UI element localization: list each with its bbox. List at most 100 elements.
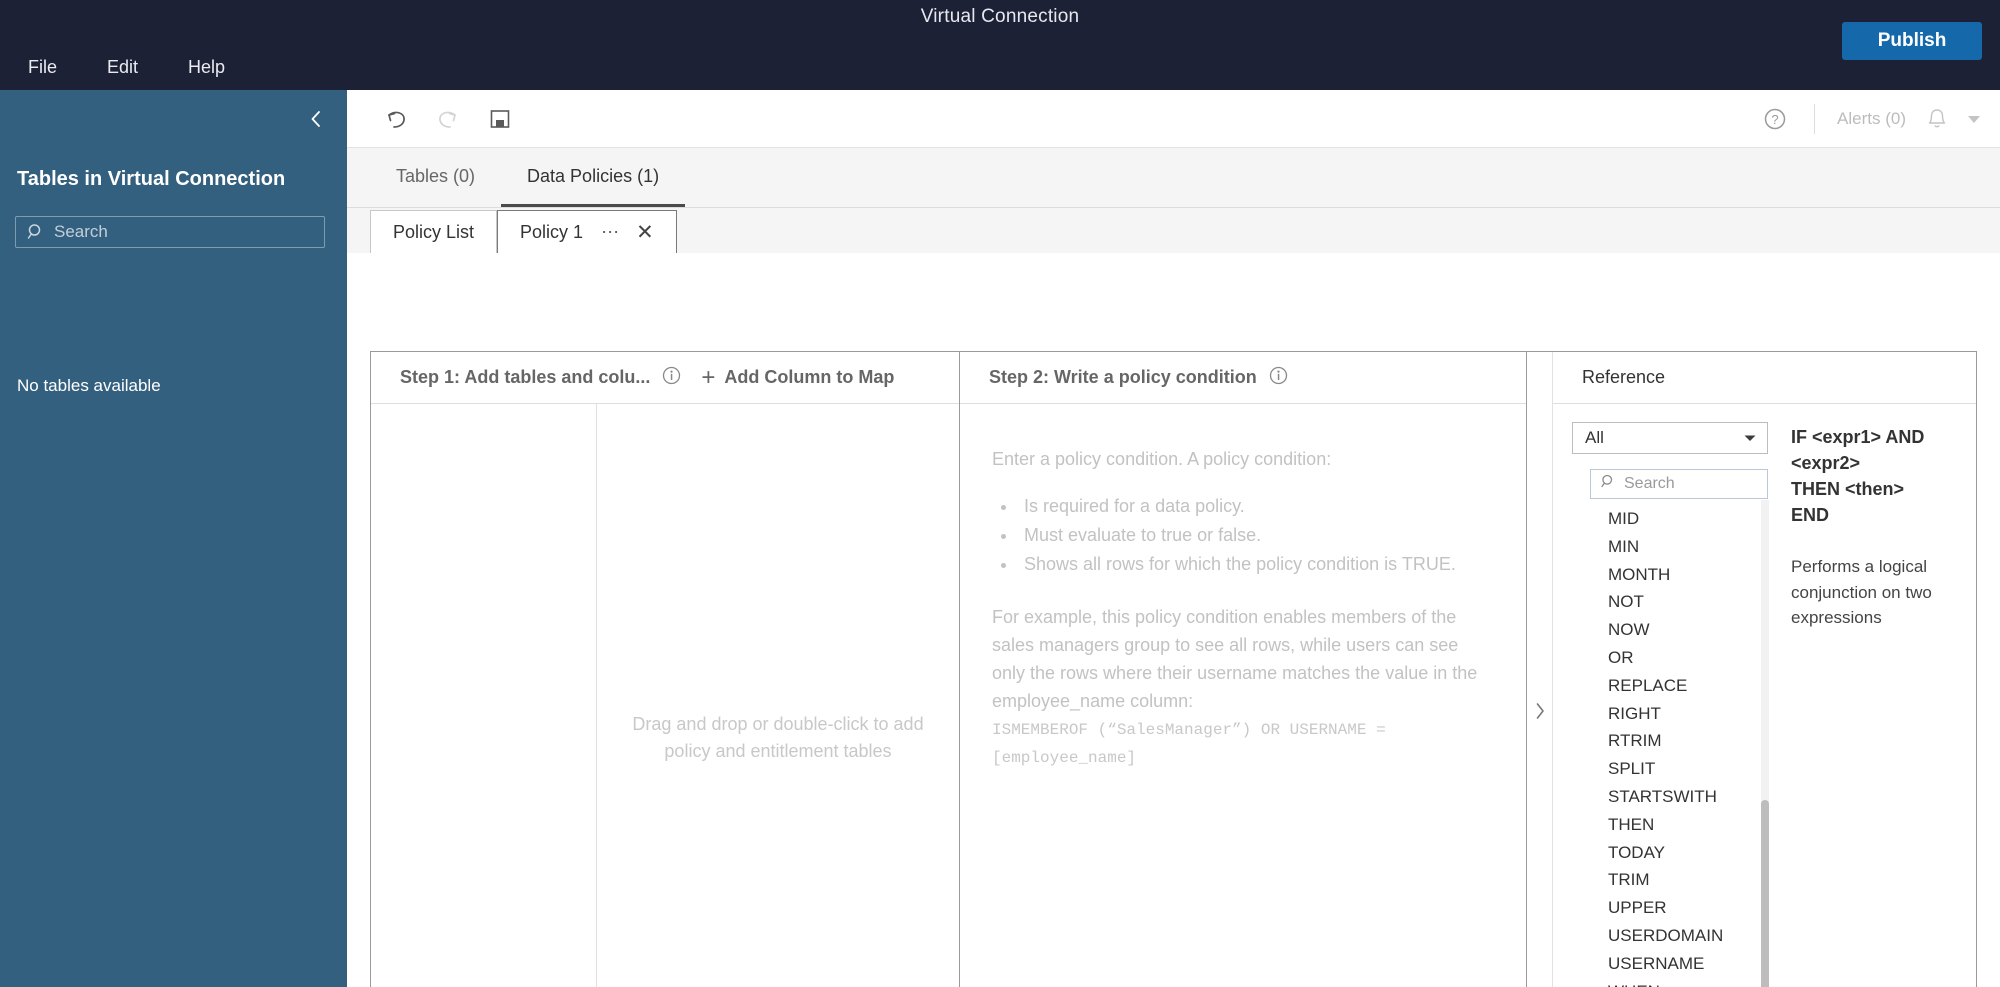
tab-policy-1-label: Policy 1 xyxy=(520,221,584,242)
redo-icon xyxy=(439,111,456,128)
reference-pane: Reference All Search MID MIN MONTH NOT N… xyxy=(1553,352,1976,987)
save-button[interactable] xyxy=(483,102,517,136)
add-column-to-map-button[interactable]: + Add Column to Map xyxy=(701,364,894,392)
tab-policy-1[interactable]: Policy 1 ⋯ ✕ xyxy=(497,210,677,253)
redo-button[interactable] xyxy=(431,102,465,136)
bullet-0: Is required for a data policy. xyxy=(1018,492,1494,521)
policy-tab-close-icon[interactable]: ✕ xyxy=(636,222,654,243)
reference-function-browser: All Search MID MIN MONTH NOT NOW OR REPL… xyxy=(1553,422,1777,987)
reference-description: Performs a logical conjunction on two ex… xyxy=(1791,557,1932,628)
sidebar-header xyxy=(0,90,347,148)
reference-function-item[interactable]: WHEN xyxy=(1608,978,1780,987)
menu-item-edit[interactable]: Edit xyxy=(101,55,144,80)
toolbar-divider xyxy=(1814,104,1816,134)
undo-button[interactable] xyxy=(379,102,413,136)
menu-item-help[interactable]: Help xyxy=(182,55,231,80)
policy-condition-code-line-2: [employee_name] xyxy=(992,748,1137,767)
sidebar-search-input[interactable]: Search xyxy=(15,216,325,248)
reference-function-item[interactable]: MONTH xyxy=(1608,561,1780,589)
menu-bar: File Edit Help xyxy=(22,47,231,87)
policy-tabs: Policy List Policy 1 ⋯ ✕ xyxy=(347,208,2000,253)
policy-condition-editor[interactable]: Enter a policy condition. A policy condi… xyxy=(960,404,1526,771)
reference-function-item[interactable]: MIN xyxy=(1608,533,1780,561)
publish-button[interactable]: Publish xyxy=(1842,22,1982,60)
reference-title: Reference xyxy=(1582,367,1666,387)
reference-function-item[interactable]: UPPER xyxy=(1608,894,1780,922)
select-chevron-down-icon xyxy=(1743,428,1757,448)
tab-data-policies[interactable]: Data Policies (1) xyxy=(501,149,686,207)
help-button[interactable]: ? xyxy=(1758,102,1792,136)
reference-signature-line-2: THEN <then> END xyxy=(1791,479,1905,526)
plus-icon: + xyxy=(701,363,716,391)
reference-function-item[interactable]: THEN xyxy=(1608,811,1780,839)
step2-info-icon[interactable] xyxy=(1269,366,1288,390)
step1-header: Step 1: Add tables and colu... + Add Col… xyxy=(371,352,959,404)
policy-condition-code-line-1: ISMEMBEROF (“SalesManager”) OR USERNAME … xyxy=(992,720,1386,739)
policy-condition-lead: Enter a policy condition. A policy condi… xyxy=(992,449,1332,469)
tables-sidebar: Tables in Virtual Connection Search No t… xyxy=(0,90,347,987)
policy-condition-bullets: Is required for a data policy. Must eval… xyxy=(1018,492,1494,578)
step1-dropzone-text: Drag and drop or double-click to add pol… xyxy=(632,711,923,765)
policy-tab-menu-icon[interactable]: ⋯ xyxy=(601,222,620,243)
reference-function-item[interactable]: OR xyxy=(1608,644,1780,672)
reference-function-item[interactable]: RTRIM xyxy=(1608,727,1780,755)
toolbar-left-icons xyxy=(379,102,517,136)
reference-function-item[interactable]: NOW xyxy=(1608,616,1780,644)
title-bar: Virtual Connection Publish File Edit Hel… xyxy=(0,0,2000,90)
tab-tables[interactable]: Tables (0) xyxy=(370,149,501,207)
tab-policy-list[interactable]: Policy List xyxy=(370,210,498,253)
step1-pane: Step 1: Add tables and colu... + Add Col… xyxy=(371,352,960,987)
step1-column-list xyxy=(371,404,597,987)
dropzone-line-2: policy and entitlement tables xyxy=(664,741,892,761)
sidebar-empty-message: No tables available xyxy=(17,376,161,395)
reference-list-scroll-thumb[interactable] xyxy=(1761,800,1769,987)
chevron-down-icon[interactable] xyxy=(1968,115,1980,123)
reference-function-item[interactable]: TODAY xyxy=(1608,839,1780,867)
reference-function-item[interactable]: STARTSWITH xyxy=(1608,783,1780,811)
window-title: Virtual Connection xyxy=(920,6,1080,27)
bell-icon xyxy=(1928,109,1946,128)
notifications-button[interactable] xyxy=(1920,102,1954,136)
virtual-connection-window: Virtual Connection Publish File Edit Hel… xyxy=(0,0,2000,987)
chevron-right-icon xyxy=(1536,703,1544,719)
menu-item-file[interactable]: File xyxy=(22,55,63,80)
step2-title: Step 2: Write a policy condition xyxy=(989,367,1257,387)
reference-list-scrollbar[interactable] xyxy=(1761,500,1769,987)
reference-function-item[interactable]: NOT xyxy=(1608,588,1780,616)
collapse-sidebar-icon[interactable] xyxy=(301,104,331,134)
reference-filter-select[interactable]: All xyxy=(1572,422,1768,454)
reference-signature-line-1: IF <expr1> AND <expr2> xyxy=(1791,427,1925,474)
step1-dropzone[interactable]: Drag and drop or double-click to add pol… xyxy=(597,404,959,987)
reference-function-item[interactable]: RIGHT xyxy=(1608,700,1780,728)
save-icon xyxy=(490,109,510,128)
reference-function-item[interactable]: USERNAME xyxy=(1608,950,1780,978)
reference-function-list[interactable]: MID MIN MONTH NOT NOW OR REPLACE RIGHT RTRIM SPLI… xyxy=(1608,505,1780,987)
dropzone-line-1: Drag and drop or double-click to add xyxy=(632,714,924,734)
reference-body: All Search MID MIN MONTH NOT NOW OR REPL… xyxy=(1553,404,1976,987)
reference-function-item[interactable]: MID xyxy=(1608,505,1780,533)
step1-info-icon[interactable] xyxy=(662,366,681,390)
reference-search-input[interactable]: Search xyxy=(1590,469,1768,499)
search-icon xyxy=(26,222,46,242)
primary-tabs: Tables (0) Data Policies (1) xyxy=(347,148,2000,208)
reference-panel-expander[interactable] xyxy=(1527,352,1553,987)
reference-function-item[interactable]: USERDOMAIN xyxy=(1608,922,1780,950)
reference-header: Reference xyxy=(1553,352,1976,404)
editor-toolbar: ? Alerts (0) xyxy=(347,90,2000,148)
reference-function-item[interactable]: REPLACE xyxy=(1608,672,1780,700)
svg-text:?: ? xyxy=(1771,112,1778,127)
bullet-2: Shows all rows for which the policy cond… xyxy=(1018,550,1494,579)
toolbar-right-icons: ? Alerts (0) xyxy=(1758,90,1980,148)
undo-icon xyxy=(388,111,405,128)
reference-function-item[interactable]: TRIM xyxy=(1608,866,1780,894)
alerts-label[interactable]: Alerts (0) xyxy=(1837,109,1906,129)
main-area: ? Alerts (0) Tables (0) Data Policies (1… xyxy=(347,90,2000,987)
bullet-1: Must evaluate to true or false. xyxy=(1018,521,1494,550)
sidebar-search-placeholder: Search xyxy=(54,222,108,241)
reference-function-item[interactable]: SPLIT xyxy=(1608,755,1780,783)
tab-policy-list-label: Policy List xyxy=(393,221,475,242)
step2-pane: Step 2: Write a policy condition Enter a… xyxy=(960,352,1527,987)
reference-signature: IF <expr1> AND <expr2> THEN <then> END xyxy=(1791,424,1946,528)
help-circle-icon: ? xyxy=(1764,108,1786,130)
step1-body: Drag and drop or double-click to add pol… xyxy=(371,404,959,987)
